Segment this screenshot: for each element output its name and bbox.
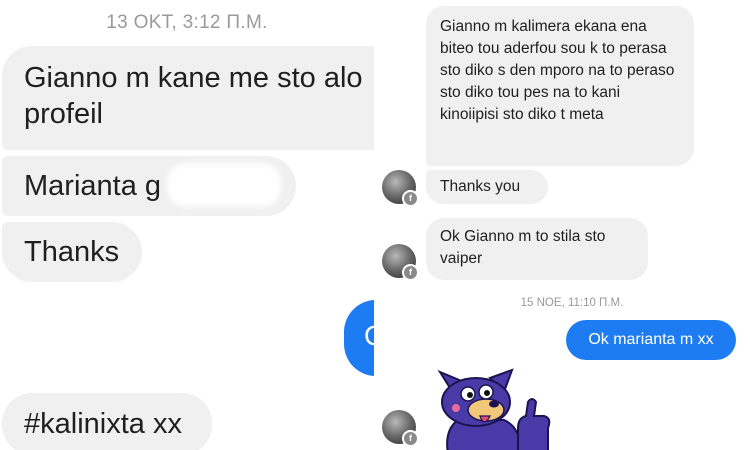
message-text: Gianno m kalimera ekana ena biteo tou ad…	[440, 18, 675, 123]
sent-message-bubble-partial[interactable]: O	[344, 300, 374, 376]
contact-avatar[interactable]: f	[382, 170, 419, 207]
received-message-bubble[interactable]: Ok Gianno m to stila sto vaiper	[426, 218, 648, 280]
left-conversation-panel: 13 OKT, 3:12 Π.Μ. Gianno m kane me sto a…	[0, 0, 374, 450]
message-text: Thanks	[24, 236, 120, 268]
contact-avatar[interactable]: f	[382, 410, 419, 447]
received-message-bubble[interactable]: Gianno m kane me sto alo profeil	[2, 46, 374, 150]
message-text: Ok marianta m xx	[588, 331, 714, 348]
received-message-bubble[interactable]: Thanks	[2, 222, 142, 282]
timestamp: 13 OKT, 3:12 Π.Μ.	[106, 12, 268, 33]
message-text: #kalinixta xx	[24, 408, 182, 440]
sent-message-bubble[interactable]: Ok marianta m xx	[566, 320, 736, 360]
received-message-bubble[interactable]: Gianno m kalimera ekana ena biteo tou ad…	[426, 6, 694, 166]
messenger-badge-icon: f	[402, 190, 419, 207]
messenger-badge-icon: f	[402, 430, 419, 447]
message-text: Marianta g	[24, 170, 162, 202]
right-conversation-panel: Gianno m kalimera ekana ena biteo tou ad…	[374, 0, 750, 450]
received-message-bubble[interactable]: #kalinixta xx	[2, 393, 212, 450]
message-text: O	[364, 320, 374, 352]
messenger-badge-icon: f	[402, 264, 419, 281]
contact-avatar[interactable]: f	[382, 244, 419, 281]
received-message-bubble[interactable]: Thanks you	[426, 170, 548, 204]
timestamp: 15 NOE, 11:10 Π.Μ.	[520, 297, 624, 309]
message-text: Ok Gianno m to stila sto vaiper	[440, 228, 606, 267]
message-text: Gianno m kane me sto alo profeil	[24, 62, 363, 130]
dog-thumbs-up-sticker[interactable]	[434, 368, 558, 450]
message-text: Thanks you	[440, 178, 521, 195]
redacted-text-blur	[172, 168, 276, 202]
